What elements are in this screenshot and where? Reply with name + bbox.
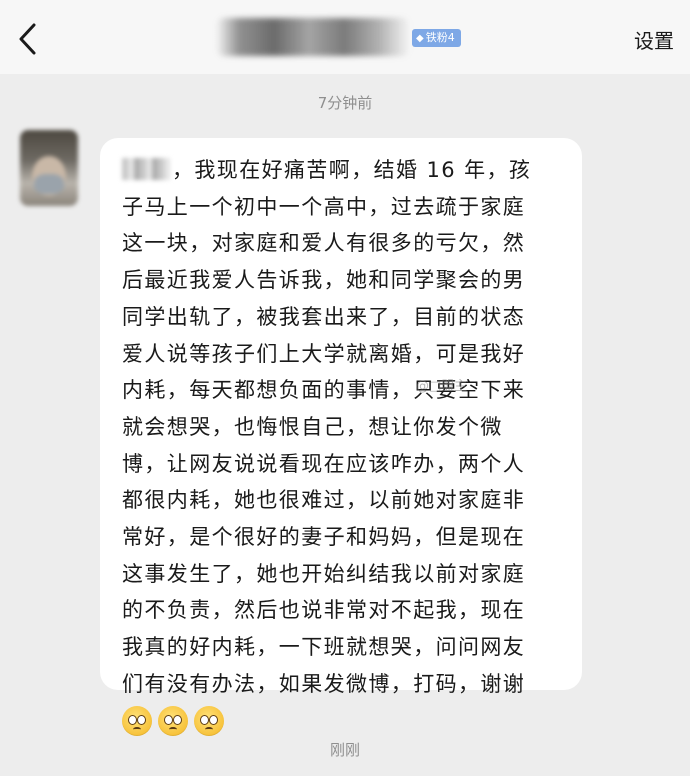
diamond-icon: ◆ bbox=[416, 33, 424, 44]
message-line: 子马上一个初中一个高中，过去疏于家庭 bbox=[122, 194, 526, 219]
message-line: 们有没有办法，如果发微博，打码，谢谢 bbox=[122, 671, 526, 696]
redacted-name bbox=[122, 158, 170, 180]
chevron-left-icon bbox=[19, 23, 36, 55]
message-line: 爱人说等孩子们上大学就离婚，可是我好 bbox=[122, 341, 526, 366]
message-line: 就会想哭，也悔恨自己，想让你发个微 bbox=[122, 414, 503, 439]
message-line: 这事发生了，她也开始纠结我以前对家庭 bbox=[122, 561, 526, 586]
avatar[interactable] bbox=[20, 130, 78, 206]
message-bubble[interactable]: ，我现在好痛苦啊，结婚 16 年，孩 子马上一个初中一个高中，过去疏于家庭 这一… bbox=[100, 138, 582, 736]
message-line: 都很内耗，她也很难过，以前她对家庭非 bbox=[122, 488, 526, 513]
message-line: 常好，是个很好的妻子和妈妈，但是现在 bbox=[122, 525, 526, 550]
message-timestamp: 7分钟前 bbox=[317, 94, 373, 112]
fan-badge-label: 铁粉4 bbox=[425, 31, 455, 44]
back-button[interactable] bbox=[14, 22, 44, 56]
message-line: 的不负责，然后也说非常对不起我，现在 bbox=[122, 598, 526, 623]
redacted-username bbox=[216, 18, 410, 56]
latest-timestamp: 刚刚 bbox=[329, 741, 360, 759]
message-line: 内耗，每天都想负面的事情，只要空下来 bbox=[122, 378, 526, 403]
pleading-face-icon bbox=[158, 705, 188, 736]
message-line: 这一块，对家庭和爱人有很多的亏欠，然 bbox=[122, 231, 526, 256]
pleading-face-icon bbox=[194, 705, 224, 736]
message-line: 同学出轨了，被我套出来了，目前的状态 bbox=[122, 304, 526, 329]
message-line: 后最近我爱人告诉我，她和同学聚会的男 bbox=[122, 268, 526, 293]
message-text: ，我现在好痛苦啊，结婚 16 年，孩 子马上一个初中一个高中，过去疏于家庭 这一… bbox=[122, 152, 560, 703]
chat-title: ◆ 铁粉4 bbox=[216, 14, 466, 58]
message-line: 博，让网友说说看现在应该咋办，两个人 bbox=[122, 451, 526, 476]
pleading-face-icon bbox=[122, 705, 152, 736]
fan-level-badge: ◆ 铁粉4 bbox=[412, 29, 461, 47]
emoji-row bbox=[122, 703, 560, 739]
chat-header: ◆ 铁粉4 设置 bbox=[0, 0, 690, 74]
message-line: 我真的好内耗，一下班就想哭，问问网友 bbox=[122, 635, 526, 660]
settings-button[interactable]: 设置 bbox=[634, 27, 674, 55]
message-line: ，我现在好痛苦啊，结婚 16 年，孩 bbox=[122, 152, 560, 189]
